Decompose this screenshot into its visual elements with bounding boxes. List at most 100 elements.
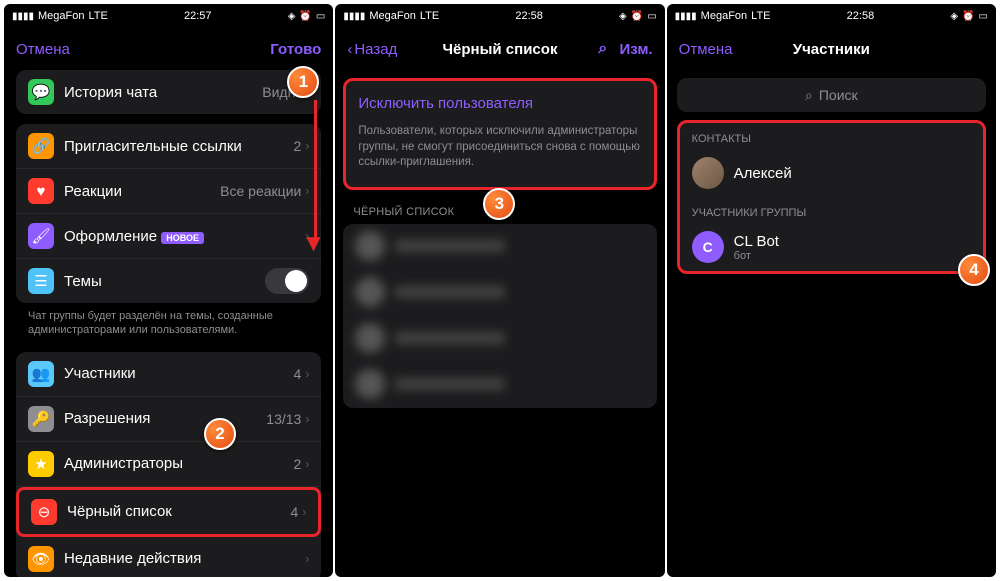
eye-icon: 👁 (28, 546, 54, 572)
edit-button[interactable]: Изм. (620, 41, 653, 58)
reactions-label: Реакции (64, 183, 210, 200)
alarm-icon: ⏰ (631, 11, 643, 22)
topics-row[interactable]: ☰ Темы (16, 259, 321, 303)
status-bar: ▮▮▮▮MegaFonLTE 22:58 ◈⏰▭ (667, 4, 996, 28)
recent-actions-row[interactable]: 👁 Недавние действия › (16, 537, 321, 577)
group-members-section-label: УЧАСТНИКИ ГРУППЫ (680, 197, 983, 223)
heart-icon: ♥ (28, 178, 54, 204)
members-count: 4 (294, 366, 302, 382)
annotation-arrow (314, 100, 317, 240)
cancel-button[interactable]: Отмена (679, 41, 733, 58)
search-placeholder: Поиск (819, 87, 858, 103)
chevron-right-icon: › (305, 412, 309, 426)
chevron-right-icon: › (305, 184, 309, 198)
list-item[interactable] (343, 362, 656, 408)
done-button[interactable]: Готово (270, 41, 321, 58)
member-row[interactable]: C CL Bot бот (680, 223, 983, 271)
annotation-marker-4: 4 (958, 254, 990, 286)
search-input[interactable]: ⌕ Поиск (677, 78, 986, 112)
chevron-right-icon: › (305, 367, 309, 381)
status-bar: ▮▮▮▮ MegaFon LTE 22:58 ◈ ⏰ ▭ (335, 4, 664, 28)
appearance-label: Оформление НОВОЕ (64, 228, 295, 245)
network: LTE (420, 10, 439, 22)
annotation-marker-2: 2 (204, 418, 236, 450)
admins-count: 2 (294, 456, 302, 472)
blacklist-row[interactable]: ⊖ Чёрный список 4› (16, 487, 321, 537)
members-row[interactable]: 👥 Участники 4› (16, 352, 321, 397)
chevron-left-icon: ‹ (347, 41, 352, 58)
network: LTE (751, 10, 770, 22)
contact-row[interactable]: Алексей (680, 149, 983, 197)
chevron-right-icon: › (305, 139, 309, 153)
member-name: CL Bot (734, 233, 779, 250)
carrier: MegaFon (369, 10, 415, 22)
avatar: C (692, 231, 724, 263)
members-label: Участники (64, 365, 284, 382)
search-icon: ⌕ (805, 87, 813, 104)
reactions-trail: Все реакции (220, 183, 301, 199)
chevron-right-icon: › (305, 457, 309, 471)
screen-3-participants: ▮▮▮▮MegaFonLTE 22:58 ◈⏰▭ Отмена Участник… (667, 4, 996, 577)
exclude-user-card[interactable]: Исключить пользователя Пользователи, кот… (343, 78, 656, 190)
exclude-user-title: Исключить пользователя (358, 95, 641, 112)
battery-icon: ▭ (316, 11, 325, 22)
chat-history-row[interactable]: 💬 История чата Видн… (16, 70, 321, 114)
list-item[interactable] (343, 270, 656, 316)
navbar: Отмена Участники (667, 28, 996, 70)
carrier: MegaFon (38, 10, 84, 22)
topics-footnote: Чат группы будет разделён на темы, созда… (12, 309, 325, 342)
location-icon: ◈ (950, 11, 958, 22)
members-icon: 👥 (28, 361, 54, 387)
signal-icon: ▮▮▮▮ (343, 11, 365, 22)
link-icon: 🔗 (28, 133, 54, 159)
blacklist-items (343, 224, 656, 408)
battery-icon: ▭ (979, 11, 988, 22)
invites-label: Пригласительные ссылки (64, 138, 284, 155)
list-item[interactable] (343, 316, 656, 362)
nav-right: ⌕ Изм. (598, 40, 652, 58)
network: LTE (89, 10, 108, 22)
page-title: Чёрный список (443, 41, 558, 58)
star-icon: ★ (28, 451, 54, 477)
blocked-icon: ⊖ (31, 499, 57, 525)
location-icon: ◈ (619, 11, 627, 22)
admins-label: Администраторы (64, 455, 284, 472)
exclude-user-desc: Пользователи, которых исключили админист… (358, 124, 641, 171)
permissions-row[interactable]: 🔑 Разрешения 13/13› (16, 397, 321, 442)
blacklist-count: 4 (291, 504, 299, 520)
new-badge: НОВОЕ (161, 232, 204, 244)
navbar: Отмена Готово (4, 28, 333, 70)
clock: 22:57 (184, 10, 212, 22)
invite-links-row[interactable]: 🔗 Пригласительные ссылки 2› (16, 124, 321, 169)
screen-1-group-settings: ▮▮▮▮ MegaFon LTE 22:57 ◈⏰ ▭ Отмена Готово 💬… (4, 4, 333, 577)
topics-toggle[interactable] (265, 268, 309, 294)
signal-icon: ▮▮▮▮ (675, 11, 697, 22)
location-icon: ◈ (288, 11, 296, 22)
alarm-icon: ⏰ (299, 11, 311, 22)
navbar: ‹Назад Чёрный список ⌕ Изм. (335, 28, 664, 70)
participants-list: КОНТАКТЫ Алексей УЧАСТНИКИ ГРУППЫ C CL B… (677, 120, 986, 274)
chevron-right-icon: › (302, 505, 306, 519)
key-icon: 🔑 (28, 406, 54, 432)
admins-row[interactable]: ★ Администраторы 2› (16, 442, 321, 487)
permissions-count: 13/13 (266, 411, 301, 427)
screen-2-blacklist: ▮▮▮▮ MegaFon LTE 22:58 ◈ ⏰ ▭ ‹Назад Чёрный с… (335, 4, 664, 577)
clock: 22:58 (515, 10, 543, 22)
back-button[interactable]: ‹Назад (347, 41, 397, 58)
reactions-row[interactable]: ♥ Реакции Все реакции › (16, 169, 321, 214)
arrow-down-icon: ▼ (302, 230, 326, 258)
clock: 22:58 (847, 10, 875, 22)
appearance-row[interactable]: 🖌 Оформление НОВОЕ › (16, 214, 321, 259)
battery-icon: ▭ (647, 11, 656, 22)
signal-icon: ▮▮▮▮ (12, 11, 34, 22)
avatar (692, 157, 724, 189)
blacklist-label: Чёрный список (67, 503, 281, 520)
cancel-button[interactable]: Отмена (16, 41, 70, 58)
brush-icon: 🖌 (28, 223, 54, 249)
history-icon: 💬 (28, 79, 54, 105)
list-item[interactable] (343, 224, 656, 270)
status-bar: ▮▮▮▮ MegaFon LTE 22:57 ◈⏰ ▭ (4, 4, 333, 28)
search-icon[interactable]: ⌕ (598, 40, 607, 58)
topics-label: Темы (64, 273, 255, 290)
recent-label: Недавние действия (64, 550, 295, 567)
